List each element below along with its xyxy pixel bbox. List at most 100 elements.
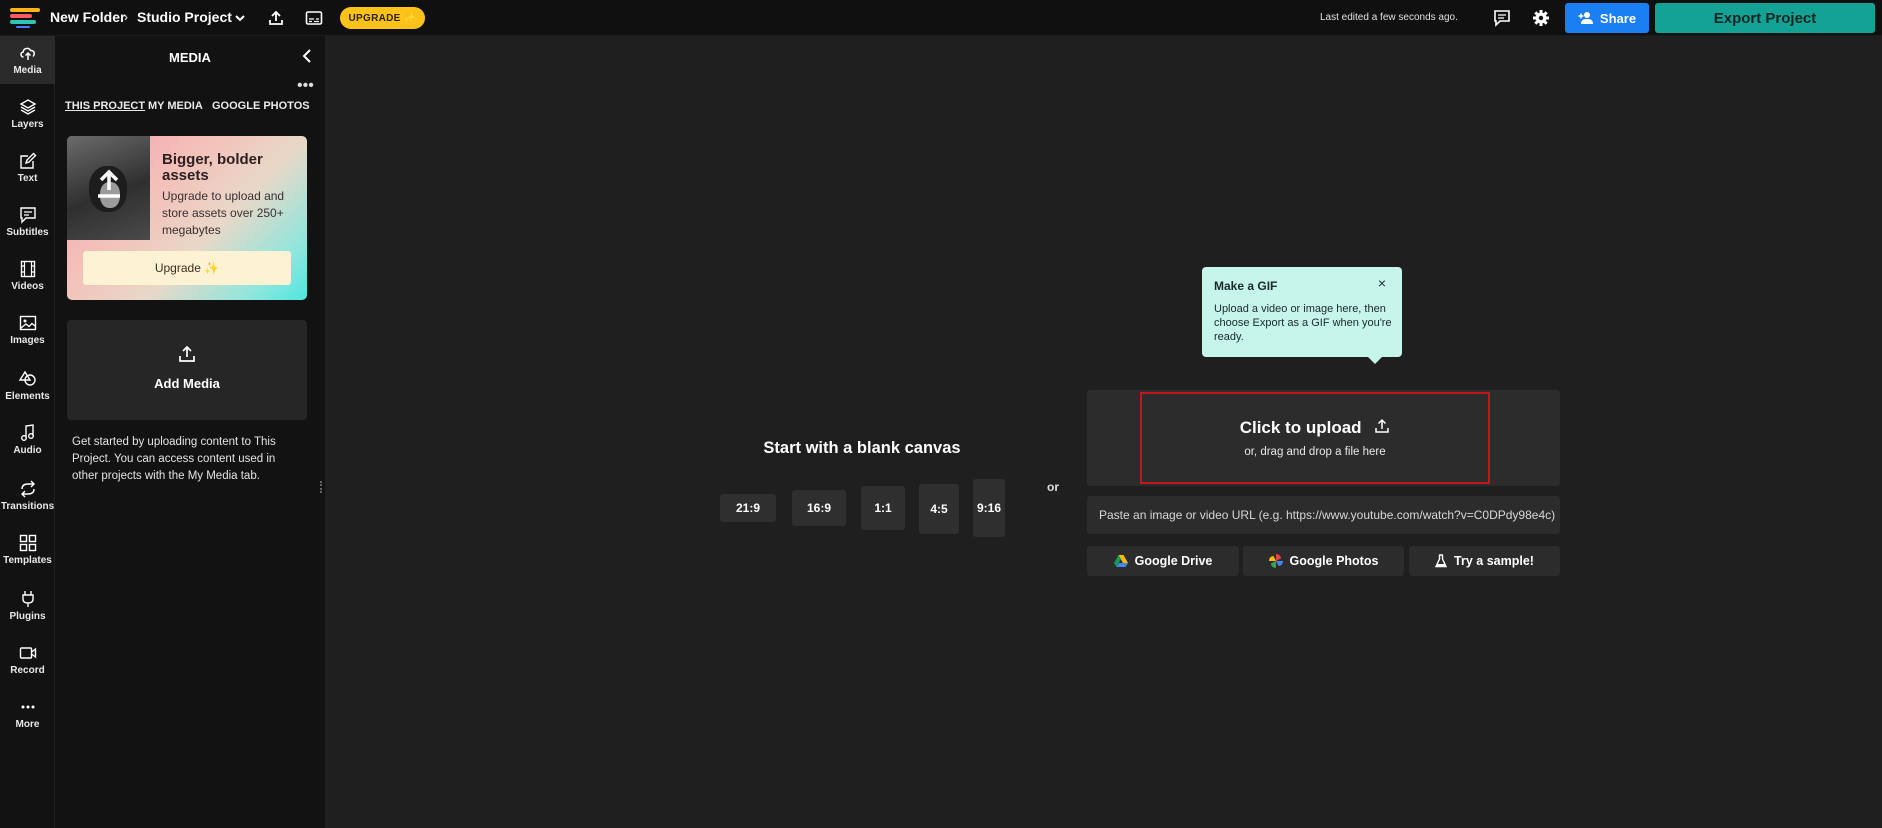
project-title[interactable]: Studio Project bbox=[137, 9, 232, 25]
rail-label: Images bbox=[10, 335, 45, 346]
rail-item-subtitles[interactable]: Subtitles bbox=[0, 198, 55, 246]
rail-item-videos[interactable]: Videos bbox=[0, 252, 55, 300]
try-sample-label: Try a sample! bbox=[1454, 554, 1534, 568]
tab-this-project[interactable]: THIS PROJECT bbox=[65, 100, 145, 112]
record-camera-icon bbox=[19, 647, 36, 659]
transition-icon bbox=[20, 480, 35, 498]
left-rail: Media Layers Text Subtitles Videos Image… bbox=[0, 36, 55, 828]
rail-label: Elements bbox=[5, 391, 50, 402]
try-sample-button[interactable]: Try a sample! bbox=[1409, 546, 1560, 576]
make-gif-tooltip: Make a GIF × Upload a video or image her… bbox=[1202, 267, 1402, 364]
film-icon bbox=[20, 260, 35, 278]
ratio-9-16-button[interactable]: 9:16 bbox=[973, 479, 1005, 537]
breadcrumb-folder[interactable]: New Folder bbox=[50, 9, 125, 25]
rail-label: Templates bbox=[3, 555, 52, 566]
click-to-upload-target[interactable] bbox=[1140, 392, 1490, 484]
app-logo-icon[interactable] bbox=[10, 8, 40, 28]
ratio-16-9-button[interactable]: 16:9 bbox=[792, 490, 846, 526]
layers-icon bbox=[19, 99, 36, 115]
ratio-21-9-button[interactable]: 21:9 bbox=[720, 494, 776, 522]
upload-title-label: Click to upload bbox=[1239, 418, 1362, 437]
subtitles-icon bbox=[19, 207, 36, 224]
upload-cloud-icon bbox=[19, 47, 35, 60]
rail-label: Record bbox=[10, 665, 45, 676]
google-photos-icon bbox=[1268, 554, 1283, 568]
close-icon[interactable]: × bbox=[1374, 275, 1390, 291]
add-user-icon bbox=[1578, 12, 1593, 24]
tooltip-title: Make a GIF bbox=[1214, 279, 1278, 293]
google-drive-label: Google Drive bbox=[1134, 554, 1213, 568]
panel-resize-handle[interactable] bbox=[320, 481, 323, 493]
upload-subtitle: or, drag and drop a file here bbox=[1244, 446, 1386, 458]
rail-label: Layers bbox=[11, 119, 44, 130]
or-divider-text: or bbox=[1047, 480, 1059, 494]
plug-icon bbox=[21, 591, 34, 607]
rail-label: Audio bbox=[13, 445, 42, 456]
rail-label: Videos bbox=[11, 281, 44, 292]
more-dots-icon bbox=[21, 705, 34, 709]
upload-arrow-icon bbox=[98, 169, 120, 198]
rail-item-elements[interactable]: Elements bbox=[0, 362, 55, 410]
comments-icon[interactable] bbox=[1492, 8, 1512, 28]
add-media-button[interactable]: Add Media bbox=[67, 320, 307, 420]
media-help-text: Get started by uploading content to This… bbox=[72, 436, 276, 482]
promo-description: Upgrade to upload and store assets over … bbox=[162, 189, 285, 237]
grid-icon bbox=[19, 534, 36, 552]
upgrade-button[interactable]: UPGRADE ✨ bbox=[340, 7, 425, 29]
tab-my-media[interactable]: MY MEDIA bbox=[148, 100, 203, 112]
image-icon bbox=[19, 315, 36, 331]
rail-label: Subtitles bbox=[6, 227, 49, 238]
upload-icon bbox=[1375, 418, 1390, 433]
rail-label: Plugins bbox=[9, 611, 46, 622]
google-drive-icon bbox=[1113, 555, 1128, 567]
tooltip-body: Upload a video or image here, then choos… bbox=[1214, 303, 1392, 343]
media-url-input[interactable] bbox=[1087, 496, 1560, 534]
text-edit-icon bbox=[19, 152, 36, 169]
panel-title: MEDIA bbox=[169, 50, 211, 65]
ratio-1-1-button[interactable]: 1:1 bbox=[861, 486, 905, 530]
music-note-icon bbox=[20, 424, 34, 441]
rail-item-plugins[interactable]: Plugins bbox=[0, 582, 55, 630]
rail-label: Media bbox=[13, 65, 42, 76]
rail-item-record[interactable]: Record bbox=[0, 636, 55, 684]
rail-label: Text bbox=[17, 173, 38, 184]
more-options-icon[interactable]: ••• bbox=[297, 78, 317, 94]
rail-item-text[interactable]: Text bbox=[0, 144, 55, 192]
top-bar: New Folder › Studio Project UPGRADE ✨ La… bbox=[0, 0, 1882, 36]
ratio-4-5-button[interactable]: 4:5 bbox=[919, 484, 959, 534]
rail-item-more[interactable]: More bbox=[0, 690, 55, 738]
rail-item-templates[interactable]: Templates bbox=[0, 526, 55, 574]
upload-icon bbox=[177, 344, 197, 364]
rail-item-layers[interactable]: Layers bbox=[0, 90, 55, 138]
promo-photo bbox=[67, 136, 150, 240]
promo-upgrade-button[interactable]: Upgrade ✨ bbox=[83, 251, 291, 285]
shapes-icon bbox=[18, 370, 36, 386]
rail-item-media[interactable]: Media bbox=[0, 36, 55, 84]
tab-google-photos[interactable]: GOOGLE PHOTOS bbox=[212, 100, 310, 112]
upload-icon[interactable] bbox=[266, 8, 286, 28]
rail-item-audio[interactable]: Audio bbox=[0, 416, 55, 464]
rail-item-images[interactable]: Images bbox=[0, 306, 55, 354]
blank-canvas-title: Start with a blank canvas bbox=[763, 439, 961, 457]
last-edited-status: Last edited a few seconds ago. bbox=[1320, 12, 1458, 23]
media-panel: MEDIA ••• THIS PROJECT MY MEDIA GOOGLE P… bbox=[55, 36, 325, 828]
add-media-label: Add Media bbox=[154, 376, 220, 391]
google-drive-button[interactable]: Google Drive bbox=[1087, 546, 1239, 576]
upgrade-promo-card: Bigger, bolder assets Upgrade to upload … bbox=[67, 136, 307, 300]
share-button[interactable]: Share bbox=[1565, 3, 1649, 33]
gear-icon[interactable] bbox=[1531, 8, 1551, 28]
rail-label: Transitions bbox=[0, 501, 55, 512]
chevron-left-icon[interactable] bbox=[298, 46, 318, 66]
google-photos-button[interactable]: Google Photos bbox=[1243, 546, 1404, 576]
chevron-down-icon[interactable] bbox=[230, 8, 250, 28]
flask-icon bbox=[1435, 554, 1448, 568]
promo-title: Bigger, bolder assets bbox=[162, 151, 263, 184]
captions-icon[interactable] bbox=[304, 8, 324, 28]
export-project-button[interactable]: Export Project bbox=[1655, 3, 1875, 33]
rail-label: More bbox=[15, 719, 40, 730]
breadcrumb-separator: › bbox=[124, 10, 128, 24]
rail-item-transitions[interactable]: Transitions bbox=[0, 472, 55, 520]
share-label: Share bbox=[1599, 10, 1637, 26]
upload-title: Click to upload bbox=[1140, 418, 1490, 438]
google-photos-label: Google Photos bbox=[1289, 554, 1379, 568]
